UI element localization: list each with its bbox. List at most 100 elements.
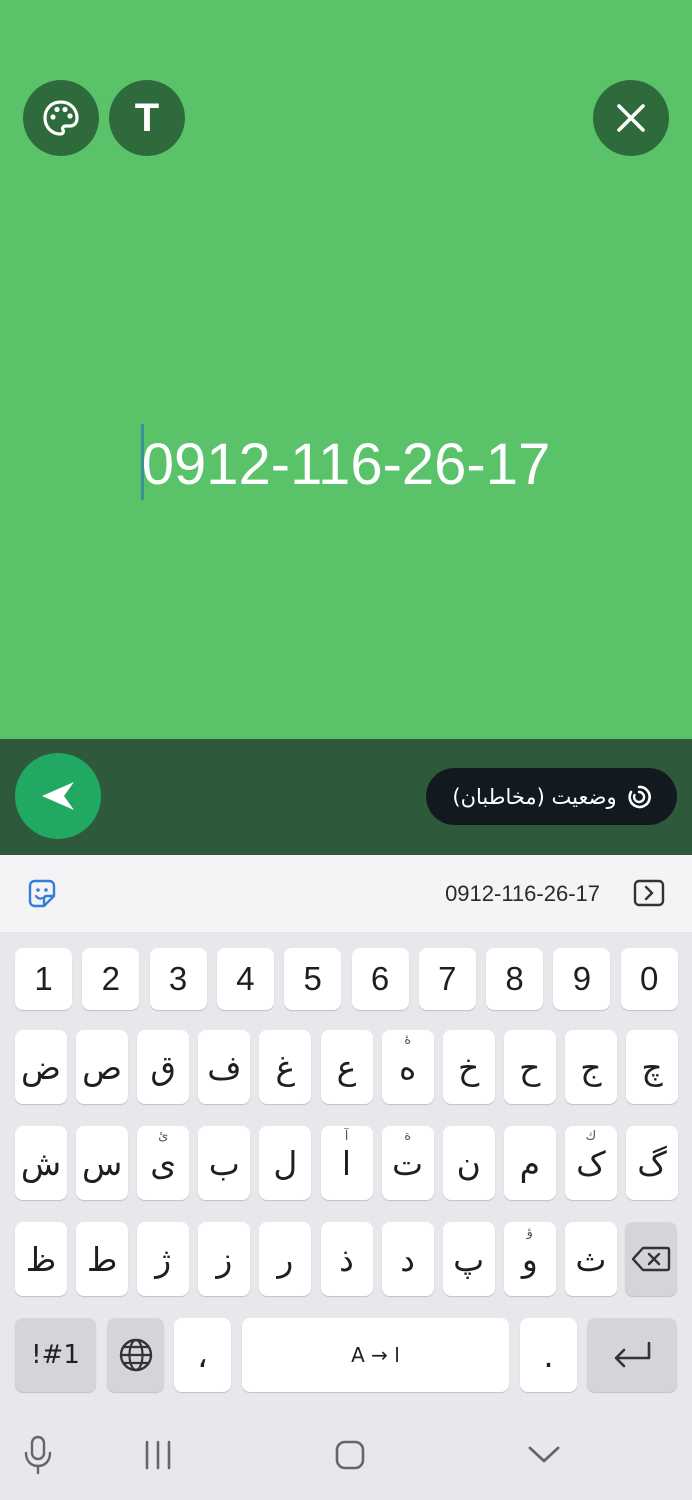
text-style-button[interactable]: T <box>109 80 185 156</box>
key-label: ث <box>575 1239 607 1279</box>
key-label: و <box>521 1239 538 1279</box>
close-icon <box>617 104 645 132</box>
key-letter[interactable]: گ <box>626 1126 678 1200</box>
key-letter[interactable]: وؤ <box>503 1222 556 1296</box>
key-4[interactable]: 4 <box>216 948 274 1010</box>
cursor-move-icon[interactable] <box>633 879 665 907</box>
key-hint: ة <box>404 1129 411 1144</box>
key-letter[interactable]: هۀ <box>381 1030 434 1104</box>
key-letter[interactable]: ظ <box>15 1222 67 1296</box>
key-letter[interactable]: تة <box>381 1126 434 1200</box>
status-text-input[interactable]: 0912-116-26-17 <box>0 420 692 510</box>
key-9[interactable]: 9 <box>553 948 611 1010</box>
key-letter[interactable]: ض <box>15 1030 67 1104</box>
key-letter[interactable]: ج <box>564 1030 617 1104</box>
key-label: پ <box>453 1239 485 1279</box>
key-label: ص <box>82 1047 123 1087</box>
key-2[interactable]: 2 <box>82 948 140 1010</box>
key-6[interactable]: 6 <box>351 948 409 1010</box>
key-letter[interactable]: ط <box>76 1222 129 1296</box>
key-label: م <box>519 1143 541 1183</box>
key-label: 5 <box>303 960 322 997</box>
key-letter[interactable]: ز <box>198 1222 251 1296</box>
enter-key[interactable] <box>587 1318 677 1392</box>
key-letter[interactable]: ن <box>442 1126 495 1200</box>
key-label: ژ <box>155 1239 172 1279</box>
key-label: A → ا <box>351 1343 400 1367</box>
color-palette-button[interactable] <box>23 80 99 156</box>
key-label: ک <box>576 1143 606 1183</box>
recents-icon <box>145 1440 171 1470</box>
key-letter[interactable]: چ <box>626 1030 678 1104</box>
key-3[interactable]: 3 <box>149 948 207 1010</box>
key-0[interactable]: 0 <box>620 948 678 1010</box>
persian-keyboard: 1234567890ضصقفغعهۀخحجچشسیئبلاآتةنمکكگظطژ… <box>0 933 692 1410</box>
backspace-icon <box>631 1246 671 1272</box>
key-letter[interactable]: کك <box>564 1126 617 1200</box>
key-letter[interactable]: ش <box>15 1126 67 1200</box>
home-icon <box>335 1440 365 1470</box>
key-label: !#1 <box>31 1340 80 1370</box>
globe-key[interactable] <box>107 1318 164 1392</box>
backspace-key[interactable] <box>625 1222 677 1296</box>
sticker-icon[interactable] <box>26 878 58 910</box>
globe-icon <box>119 1338 152 1372</box>
key-letter[interactable]: ق <box>137 1030 190 1104</box>
home-button[interactable] <box>330 1430 370 1480</box>
key-letter[interactable]: ل <box>259 1126 312 1200</box>
symbols-key[interactable]: !#1 <box>15 1318 96 1392</box>
key-letter[interactable]: ف <box>198 1030 251 1104</box>
key-letter[interactable]: ر <box>259 1222 312 1296</box>
key-label: 6 <box>370 960 390 997</box>
key-label: ل <box>273 1143 298 1183</box>
send-button[interactable] <box>15 753 101 839</box>
key-label: ش <box>20 1143 62 1183</box>
suggestion-item[interactable]: 0912-116-26-17 <box>445 855 600 933</box>
status-canvas[interactable]: T 0912-116-26-17 <box>0 0 692 739</box>
key-5[interactable]: 5 <box>284 948 342 1010</box>
key-label: غ <box>275 1047 296 1087</box>
period-key[interactable]: . <box>520 1318 577 1392</box>
close-button[interactable] <box>593 80 669 156</box>
key-label: س <box>81 1143 123 1183</box>
key-letter[interactable]: اآ <box>320 1126 373 1200</box>
key-label: ف <box>207 1047 242 1087</box>
key-label: ج <box>580 1047 602 1087</box>
privacy-selector-button[interactable]: وضعیت (مخاطبان) <box>426 768 677 825</box>
hide-keyboard-button[interactable] <box>524 1430 564 1480</box>
recents-button[interactable] <box>140 1430 176 1480</box>
key-7[interactable]: 7 <box>418 948 476 1010</box>
key-hint: ئ <box>158 1129 169 1144</box>
key-letter[interactable]: پ <box>442 1222 495 1296</box>
key-label: ح <box>519 1047 541 1087</box>
microphone-button[interactable] <box>22 1430 54 1480</box>
space-key[interactable]: A → ا <box>242 1318 509 1392</box>
key-label: ت <box>392 1143 424 1183</box>
key-letter[interactable]: ژ <box>137 1222 190 1296</box>
key-letter[interactable]: یئ <box>137 1126 190 1200</box>
key-label: ، <box>197 1335 208 1375</box>
key-letter[interactable]: د <box>381 1222 434 1296</box>
key-label: ع <box>336 1047 357 1087</box>
key-letter[interactable]: م <box>503 1126 556 1200</box>
key-label: 0 <box>640 960 659 997</box>
microphone-icon <box>24 1435 52 1475</box>
key-label: ن <box>456 1143 481 1183</box>
key-letter[interactable]: ص <box>76 1030 129 1104</box>
key-letter[interactable]: ح <box>503 1030 556 1104</box>
key-hint: آ <box>344 1129 349 1144</box>
key-1[interactable]: 1 <box>15 948 72 1010</box>
key-letter[interactable]: ذ <box>320 1222 373 1296</box>
key-letter[interactable]: ع <box>320 1030 373 1104</box>
key-label: د <box>400 1239 415 1279</box>
key-letter[interactable]: س <box>76 1126 129 1200</box>
key-letter[interactable]: غ <box>259 1030 312 1104</box>
key-letter[interactable]: خ <box>442 1030 495 1104</box>
key-label: ه <box>398 1047 417 1087</box>
key-label: ز <box>216 1239 233 1279</box>
key-letter[interactable]: ب <box>198 1126 251 1200</box>
text-style-icon: T <box>134 96 160 140</box>
key-8[interactable]: 8 <box>486 948 544 1010</box>
comma-key[interactable]: ، <box>174 1318 231 1392</box>
key-letter[interactable]: ث <box>564 1222 617 1296</box>
